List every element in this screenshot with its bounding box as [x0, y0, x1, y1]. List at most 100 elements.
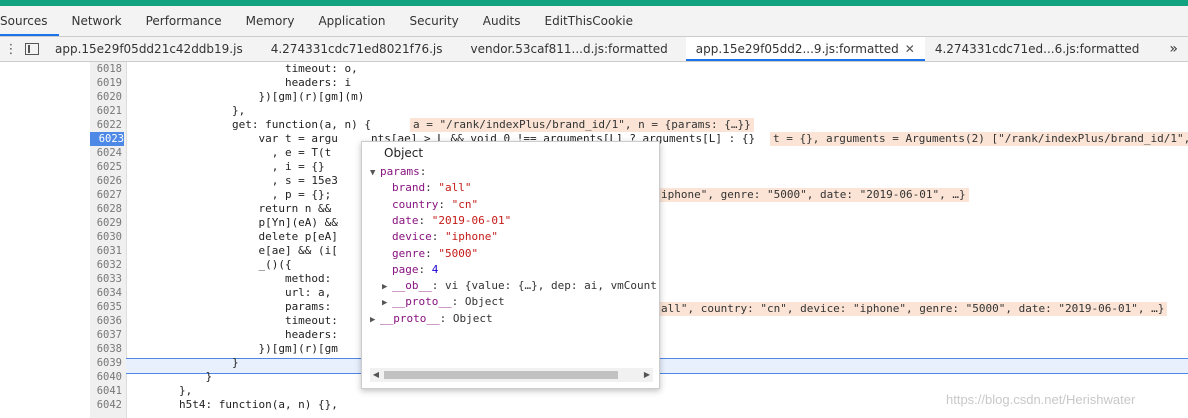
- line-number[interactable]: 6018: [90, 62, 122, 76]
- property-value: "5000": [438, 246, 479, 260]
- tab-network[interactable]: Network: [59, 6, 133, 36]
- code-line: delete p[eA]: [126, 230, 338, 243]
- file-tab[interactable]: vendor.53caf811...d.js:formatted: [461, 37, 678, 61]
- object-preview-popover[interactable]: Object ▼ params: brand: "all" country: "cn"…: [361, 141, 660, 389]
- line-number[interactable]: 6040: [90, 370, 122, 384]
- scroll-right-icon[interactable]: ▶: [641, 368, 653, 382]
- tab-sources[interactable]: Sources: [0, 6, 60, 36]
- line-number[interactable]: 6042: [90, 398, 122, 412]
- close-icon[interactable]: ✕: [905, 42, 915, 56]
- property-value: "2019-06-01": [431, 213, 512, 227]
- file-tab[interactable]: 4.274331cdc71ed8021f76.js: [261, 37, 453, 61]
- line-number[interactable]: 6034: [90, 286, 122, 300]
- more-tabs-icon[interactable]: »: [1159, 41, 1188, 57]
- code-line: timeout:: [126, 314, 338, 327]
- line-number[interactable]: 6024: [90, 146, 122, 160]
- property-row[interactable]: page: 4: [382, 262, 438, 278]
- code-line: }: [126, 356, 239, 369]
- line-number[interactable]: 6020: [90, 90, 122, 104]
- line-number[interactable]: 6039: [90, 356, 122, 370]
- property-row[interactable]: ▶ __proto__: Object: [370, 311, 493, 327]
- property-row[interactable]: ▼ params:: [370, 164, 426, 180]
- code-line: },: [126, 384, 193, 397]
- property-value: "all": [438, 181, 472, 195]
- property-key: date: [392, 213, 419, 227]
- code-line: _()({: [126, 258, 292, 271]
- property-value: vi {value: {…}, dep: ai, vmCount: [445, 279, 657, 293]
- code-line: })[gm](r)[gm](m): [126, 90, 365, 103]
- collapsed-triangle-icon[interactable]: ▶: [382, 279, 392, 295]
- breakpoint-line-number[interactable]: 6023: [90, 132, 124, 146]
- property-row[interactable]: genre: "5000": [382, 246, 478, 262]
- file-tab[interactable]: app.15e29f05dd21c42ddb19.js: [45, 37, 253, 61]
- line-number[interactable]: 6026: [90, 174, 122, 188]
- line-number[interactable]: 6022: [90, 118, 122, 132]
- line-number[interactable]: 6021: [90, 104, 122, 118]
- tab-editthiscookie[interactable]: EditThisCookie: [533, 6, 646, 36]
- file-tab-label: app.15e29f05dd21c42ddb19.js: [55, 42, 243, 56]
- code-line: url: a,: [126, 286, 332, 299]
- line-number[interactable]: 6037: [90, 328, 122, 342]
- popover-title: Object: [384, 146, 424, 160]
- code-line: }: [126, 370, 213, 383]
- code-line: , p = {};: [126, 188, 332, 201]
- line-number[interactable]: 6032: [90, 258, 122, 272]
- code-line: , i = {}: [126, 160, 325, 173]
- code-line: },: [126, 104, 246, 117]
- property-row[interactable]: brand: "all": [382, 180, 472, 196]
- tab-audits[interactable]: Audits: [471, 6, 533, 36]
- property-key: __ob__: [392, 279, 432, 293]
- line-number[interactable]: 6041: [90, 384, 122, 398]
- tab-application[interactable]: Application: [306, 6, 397, 36]
- expanded-triangle-icon[interactable]: ▼: [370, 165, 380, 181]
- scroll-left-icon[interactable]: ◀: [370, 368, 382, 382]
- scroll-thumb[interactable]: [384, 371, 618, 379]
- line-number[interactable]: 6035: [90, 300, 122, 314]
- line-number[interactable]: 6028: [90, 202, 122, 216]
- line-number[interactable]: 6031: [90, 244, 122, 258]
- line-number[interactable]: 6030: [90, 230, 122, 244]
- inline-value: a = "/rank/indexPlus/brand_id/1", n = {p…: [410, 118, 754, 132]
- property-key: country: [392, 197, 439, 211]
- property-row[interactable]: device: "iphone": [382, 229, 498, 245]
- property-value: Object: [464, 295, 505, 309]
- property-row[interactable]: ▶ __proto__: Object: [382, 294, 505, 310]
- property-row[interactable]: date: "2019-06-01": [382, 213, 511, 229]
- tab-memory[interactable]: Memory: [234, 6, 307, 36]
- kebab-menu-icon[interactable]: ⋮: [1, 42, 21, 57]
- tab-performance[interactable]: Performance: [134, 6, 234, 36]
- property-row[interactable]: ▶ __ob__: vi {value: {…}, dep: ai, vmCoun…: [382, 278, 657, 294]
- file-tab[interactable]: 4.274331cdc71ed...6.js:formatted: [925, 37, 1150, 61]
- inline-value: iphone", genre: "5000", date: "2019-06-0…: [658, 188, 969, 202]
- file-tab-label: vendor.53caf811...d.js:formatted: [470, 42, 668, 56]
- property-separator: :: [451, 295, 465, 309]
- tab-security[interactable]: Security: [398, 6, 471, 36]
- property-separator: :: [439, 311, 453, 325]
- code-line: timeout: o,: [126, 62, 358, 75]
- code-line: })[gm](r)[gm: [126, 342, 338, 355]
- devtools-tab-bar: Sources Network Performance Memory Appli…: [0, 6, 1188, 37]
- code-line: , e = T(t: [126, 146, 332, 159]
- horizontal-scrollbar[interactable]: ◀ ▶: [370, 368, 653, 382]
- file-tab-bar: ⋮ app.15e29f05dd21c42ddb19.js 4.274331cd…: [0, 37, 1188, 62]
- collapsed-triangle-icon[interactable]: ▶: [382, 295, 392, 311]
- property-row[interactable]: country: "cn": [382, 197, 478, 213]
- line-number[interactable]: 6029: [90, 216, 122, 230]
- line-number[interactable]: 6038: [90, 342, 122, 356]
- code-line: return n &&: [126, 202, 332, 215]
- file-tab-active[interactable]: app.15e29f05dd2...9.js:formatted ✕: [685, 37, 925, 61]
- property-key: page: [392, 262, 419, 276]
- line-number[interactable]: 6019: [90, 76, 122, 90]
- line-number[interactable]: 6025: [90, 160, 122, 174]
- property-separator: :: [425, 246, 439, 260]
- code-line: params:: [126, 300, 332, 313]
- navigator-pane: [0, 62, 91, 418]
- line-number[interactable]: 6036: [90, 314, 122, 328]
- file-tab-label: app.15e29f05dd2...9.js:formatted: [695, 42, 899, 56]
- collapsed-triangle-icon[interactable]: ▶: [370, 312, 380, 328]
- watermark: https://blog.csdn.net/Herishwater: [946, 392, 1136, 407]
- line-number[interactable]: 6027: [90, 188, 122, 202]
- file-tab-label: 4.274331cdc71ed8021f76.js: [270, 42, 443, 56]
- line-number[interactable]: 6033: [90, 272, 122, 286]
- toggle-navigator-icon[interactable]: [25, 43, 39, 55]
